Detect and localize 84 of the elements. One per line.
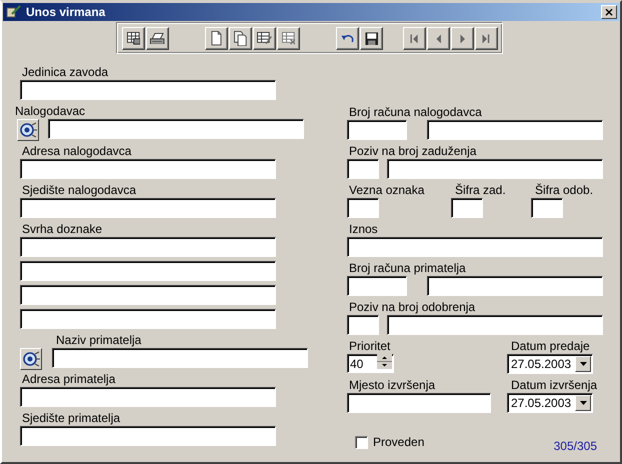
prev-button[interactable] (427, 27, 450, 50)
date-picker[interactable]: 27.05.2003 (507, 393, 593, 413)
date-value: 27.05.2003 (511, 356, 572, 373)
input-field[interactable] (48, 119, 304, 139)
input-field[interactable] (20, 309, 276, 329)
field-label: Šifra zad. (454, 183, 507, 198)
field-label: Adresa primatelja (21, 372, 116, 387)
input-field[interactable] (20, 261, 276, 281)
date-picker[interactable]: 27.05.2003 (507, 354, 593, 374)
input-field[interactable] (347, 159, 379, 179)
delete-icon (282, 32, 296, 45)
first-button[interactable] (403, 27, 426, 50)
copy-button[interactable] (229, 27, 252, 50)
field-label: Nalogodavac (14, 104, 86, 119)
field-label: Poziv na broj odobrenja (348, 300, 476, 315)
delete-button[interactable] (277, 27, 300, 50)
magnifier-icon (22, 350, 40, 368)
field-label: Adresa nalogodavca (21, 144, 132, 159)
edit-button[interactable] (253, 27, 276, 50)
field-label: Jedinica zavoda (21, 65, 110, 80)
checkbox-label: Proveden (373, 435, 424, 449)
prev-icon (436, 34, 442, 44)
close-button[interactable]: × (601, 5, 617, 19)
edit-icon (256, 32, 272, 45)
field-label: Sjedište nalogodavca (21, 183, 138, 198)
field-label: Prioritet (348, 339, 392, 354)
field-label: Iznos (348, 222, 379, 237)
next-button[interactable] (451, 27, 474, 50)
field-label: Vezna oznaka (348, 183, 426, 198)
input-field[interactable] (387, 315, 603, 335)
magnifier-icon (19, 121, 37, 139)
record-counter: 305/305 (554, 439, 597, 453)
table-icon (126, 32, 140, 45)
field-label: Datum predaje (510, 339, 590, 354)
input-field[interactable] (20, 387, 276, 407)
date-value: 27.05.2003 (511, 395, 572, 412)
last-button[interactable] (475, 27, 498, 50)
field-label: Mjesto izvršenja (348, 378, 436, 393)
next-icon (460, 34, 466, 44)
input-field[interactable] (347, 120, 407, 140)
input-field[interactable] (20, 198, 276, 218)
printer-icon (150, 32, 165, 44)
new-button[interactable] (205, 27, 228, 50)
undo-icon (341, 33, 354, 44)
input-field[interactable] (451, 198, 483, 218)
save-icon (364, 32, 378, 46)
first-icon (410, 34, 419, 44)
spin-value: 40 (350, 356, 364, 372)
input-field[interactable] (347, 237, 603, 257)
input-field[interactable] (347, 198, 379, 218)
field-label: Datum izvršenja (510, 378, 598, 393)
field-label: Broj računa primatelja (348, 261, 467, 276)
app-icon (6, 5, 22, 19)
checkbox[interactable] (355, 436, 368, 448)
table-button[interactable] (122, 27, 145, 50)
field-label: Šifra odob. (534, 183, 594, 198)
input-field[interactable] (347, 393, 491, 413)
save-button[interactable] (360, 27, 383, 50)
lookup-button[interactable] (17, 119, 39, 141)
last-icon (482, 34, 491, 44)
field-label: Svrha doznake (21, 222, 104, 237)
copy-icon (234, 30, 247, 46)
lookup-button[interactable] (20, 348, 42, 370)
field-label: Broj računa nalogodavca (348, 105, 483, 120)
input-field[interactable] (427, 276, 603, 296)
window-title: Unos virmana (26, 5, 106, 19)
printer-button[interactable] (146, 27, 169, 50)
field-label: Naziv primatelja (55, 333, 142, 348)
input-field[interactable] (20, 80, 276, 100)
new-icon (211, 31, 222, 46)
input-field[interactable] (52, 348, 308, 368)
input-field[interactable] (427, 120, 603, 140)
input-field[interactable] (531, 198, 563, 218)
input-field[interactable] (20, 285, 276, 305)
input-field[interactable] (20, 426, 276, 446)
input-field[interactable] (20, 237, 276, 257)
input-field[interactable] (20, 159, 276, 179)
spin-box[interactable]: 40 (347, 354, 394, 373)
undo-button[interactable] (336, 27, 359, 50)
input-field[interactable] (347, 315, 379, 335)
input-field[interactable] (347, 276, 407, 296)
input-field[interactable] (387, 159, 603, 179)
field-label: Sjedište primatelja (21, 411, 122, 426)
field-label: Poziv na broj zaduženja (348, 144, 478, 159)
